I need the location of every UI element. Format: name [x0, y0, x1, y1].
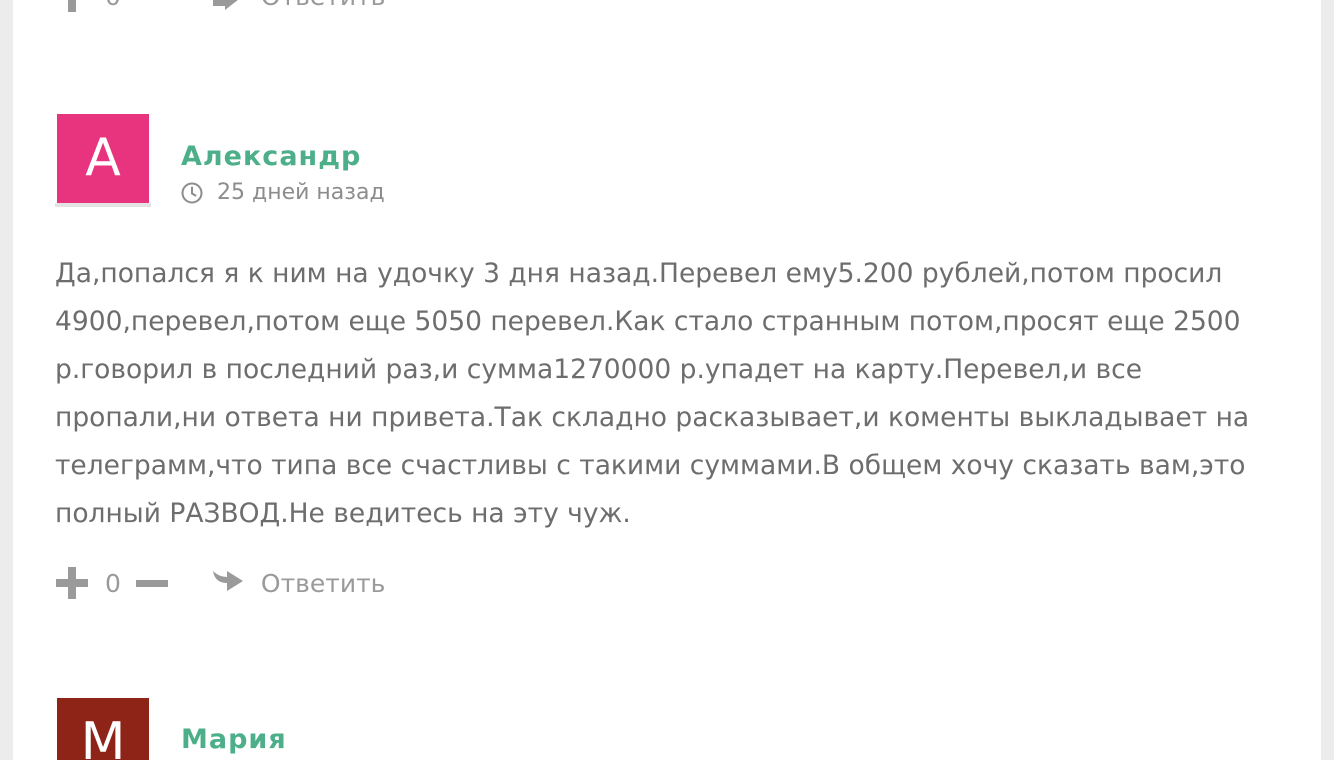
downvote-button[interactable] — [135, 0, 169, 13]
reply-arrow-icon — [212, 571, 243, 591]
comment-time: 25 дней назад — [217, 180, 385, 205]
comment-author[interactable]: Александр — [181, 141, 361, 172]
comment-meta: 25 дней назад — [181, 180, 385, 205]
comment-text: Да,попался я к ним на удочку 3 дня назад… — [55, 258, 1250, 529]
vote-count: 0 — [105, 0, 121, 11]
vote-count: 0 — [105, 568, 121, 598]
plus-icon — [68, 0, 76, 12]
reply-label: Ответить — [261, 0, 385, 11]
comments-card: 0 Ответить А Александр 25 дней назад Да,… — [13, 0, 1321, 760]
upvote-button[interactable] — [55, 0, 89, 13]
reply-label: Ответить — [260, 568, 386, 598]
avatar-letter: А — [85, 128, 121, 188]
avatar-underline — [55, 203, 151, 207]
plus-icon — [56, 567, 88, 599]
avatar: А — [57, 114, 149, 203]
comment-actions: 0 Ответить — [55, 566, 385, 600]
clock-icon — [181, 182, 203, 203]
reply-button[interactable]: Ответить — [211, 0, 385, 11]
minus-icon — [135, 580, 168, 587]
upvote-button[interactable] — [55, 566, 89, 600]
avatar-letter: М — [80, 712, 126, 760]
reply-button[interactable]: Ответить — [211, 569, 385, 598]
minus-icon — [136, 0, 168, 12]
reply-arrow-icon — [212, 0, 238, 10]
next-avatar: М — [57, 698, 149, 760]
previous-comment-actions: 0 Ответить — [55, 0, 385, 14]
next-comment-author[interactable]: Мария — [181, 724, 287, 755]
downvote-button[interactable] — [135, 566, 169, 600]
